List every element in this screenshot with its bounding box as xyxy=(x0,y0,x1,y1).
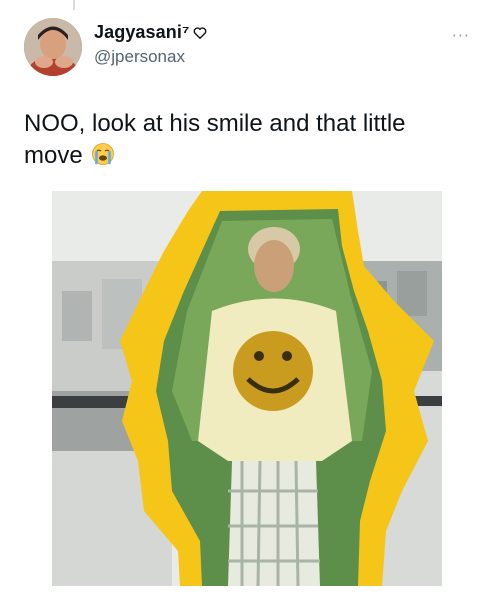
tweet-body: NOO, look at his smile and that little m… xyxy=(24,110,406,169)
author-info: Jagyasani⁷ @jpersonax xyxy=(94,22,207,67)
tweet-text: NOO, look at his smile and that little m… xyxy=(24,108,464,172)
avatar-photo xyxy=(24,18,82,76)
loudly-crying-face-icon xyxy=(92,143,115,165)
tweet-media-image[interactable] xyxy=(52,191,442,586)
media-illustration xyxy=(52,191,442,586)
avatar[interactable] xyxy=(24,18,82,76)
thread-connector-line xyxy=(73,0,75,10)
display-name-row: Jagyasani⁷ xyxy=(94,22,207,43)
heart-outline-icon xyxy=(194,26,207,39)
user-handle[interactable]: @jpersonax xyxy=(94,47,207,67)
more-options-icon[interactable]: ··· xyxy=(452,26,470,45)
display-name[interactable]: Jagyasani⁷ xyxy=(94,22,189,43)
